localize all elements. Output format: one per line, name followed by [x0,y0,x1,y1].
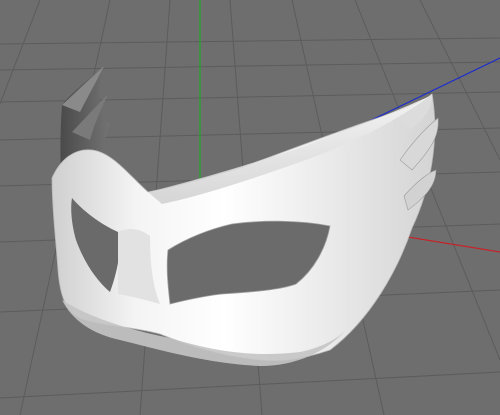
3d-viewport[interactable] [0,0,500,415]
viewport-canvas[interactable] [0,0,500,415]
